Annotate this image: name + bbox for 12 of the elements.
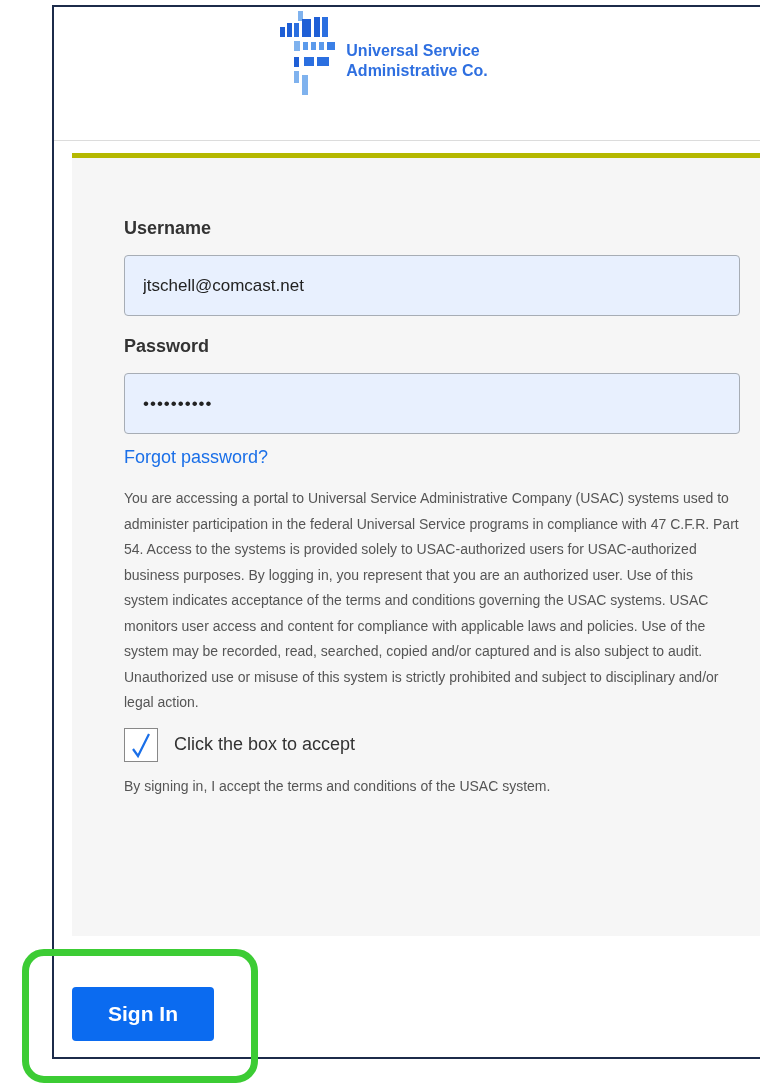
accept-label: Click the box to accept xyxy=(174,734,356,755)
logo-text: Administrative Co. xyxy=(346,61,488,81)
accept-checkbox[interactable] xyxy=(124,727,158,762)
username-field[interactable]: jtschell@comcast.net xyxy=(124,255,740,316)
field-label: Password xyxy=(124,336,211,357)
notice-text: You are accessing a portal to Universal Service Administrative Company (USAC) systems used to administer participation in the federal Universal Service programs in compliance with 47 C.F.R. Part 54. Access to the systems is provided solely to USAC-authorized users for USAC-authorized business purposes. By logging in, you represent that you are an authorized user. Use of this system indicates acceptance of the terms and conditions governing the USAC systems. USAC monitors user access and content for compliance with applicable laws and policies. Use of the system may be recorded, read, searched, copied and/or captured and is also subject to audit. Unauthorized use or misuse of this system is strictly prohibited and subject to disciplinary and/or legal action. xyxy=(124,489,740,712)
password-field[interactable]: •••••••••• xyxy=(124,373,740,434)
sign-in-button[interactable]: Sign In xyxy=(72,987,214,1041)
terms-note: By signing in, I accept the terms and conditions of the USAC system. xyxy=(124,777,552,794)
forgot-password-link[interactable]: Forgot password? xyxy=(124,447,269,467)
field-label: Username xyxy=(124,218,213,239)
logo-text: Universal Service xyxy=(346,41,481,61)
